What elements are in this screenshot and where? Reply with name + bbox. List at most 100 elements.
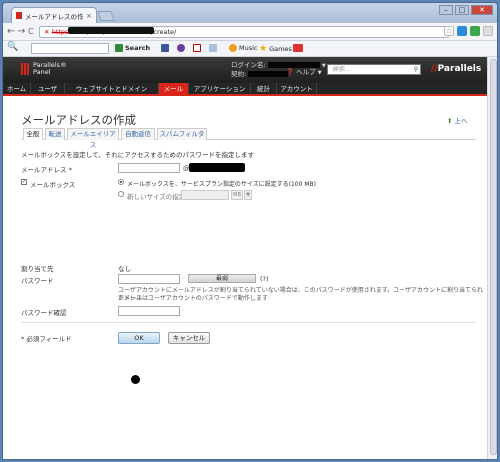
cursor-dot-icon — [131, 375, 140, 384]
password-field[interactable] — [118, 274, 180, 284]
cancel-button[interactable]: キャンセル — [168, 332, 210, 344]
mailbox-checkbox[interactable]: ✓ — [21, 179, 27, 185]
login-name-label: ログイン名 — [231, 61, 264, 69]
music-icon — [229, 44, 237, 52]
domain-redacted — [189, 163, 245, 172]
insecure-lock-icon: ✕ — [44, 28, 52, 36]
menu-wrench-icon[interactable] — [483, 26, 493, 36]
panel-search-placeholder: 検索... — [332, 66, 350, 73]
toolbar-games-button[interactable]: ★ Games — [259, 44, 292, 54]
parallels-logo-icon — [21, 63, 30, 75]
tab-forwarding[interactable]: 転送 — [45, 128, 65, 140]
parallels-favicon-icon — [16, 12, 22, 19]
help-mark-icon[interactable]: (?) — [260, 275, 269, 283]
browser-window: メールアドレスの作成 - ... × – □ ✕ ← → C ✕ https:8… — [2, 2, 498, 460]
intro-text: メールボックスを設定して、それにアクセスするためのパスワードを指定します — [21, 151, 254, 159]
forward-arrow-icon[interactable]: → — [17, 26, 25, 38]
menu-item-mail[interactable]: メール — [159, 83, 189, 95]
extension-icons: ☆ — [444, 26, 493, 36]
panel-logo[interactable]: Parallels® Panel — [21, 62, 67, 76]
tab-strip: 全般 転送 メールエイリアス 自動返信 スパムフィルタ — [21, 128, 476, 149]
window-controls: – □ ✕ — [439, 5, 493, 15]
menu-item-home[interactable]: ホーム — [3, 83, 31, 95]
reload-icon[interactable]: C — [28, 26, 34, 38]
help-menu[interactable]: ❓ ヘルプ ▼ — [286, 66, 322, 76]
login-dropdown-icon[interactable]: ▼ — [322, 63, 326, 69]
size-unit-select[interactable]: MB — [231, 190, 243, 200]
help-icon: ❓ — [286, 68, 295, 76]
password-note-line-2: アドレスはユーザアカウントのパスワードで動作します — [118, 295, 268, 302]
close-window-button[interactable]: ✕ — [471, 5, 493, 15]
tab-autoreply[interactable]: 自動返信 — [121, 128, 155, 140]
scrollbar-thumb[interactable] — [490, 59, 497, 455]
mailbox-label: メールボックス — [30, 181, 76, 189]
tab-spam-filter[interactable]: スパムフィルタ — [157, 128, 207, 140]
bookmark-star-icon[interactable]: ☆ — [444, 26, 454, 36]
mailbox-default-radio[interactable] — [118, 179, 124, 185]
url-host-redacted — [68, 27, 155, 34]
title-bar: メールアドレスの作成 - ... × – □ ✕ — [3, 3, 497, 23]
brand-text: Parallels — [437, 64, 482, 74]
brand-mark: // — [431, 64, 438, 74]
toolbar-mail-icon[interactable] — [193, 44, 201, 52]
bookmarks-toolbar: 🔍 Search Music ★ Games — [3, 41, 497, 57]
page-title: メールアドレスの作成 — [21, 113, 136, 127]
maximize-button[interactable]: □ — [455, 5, 469, 15]
help-label: ヘルプ — [296, 68, 316, 76]
chevron-down-icon: ▼ — [317, 70, 322, 76]
up-level-link[interactable]: ⬆ 上へ — [447, 115, 468, 125]
parallels-brand: //Parallels — [431, 64, 481, 74]
menu-item-applications[interactable]: アプリケーション — [189, 83, 251, 95]
parallels-panel: Parallels® Panel ログイン名: ▼ 契約: ❓ ヘルプ ▼ 検索… — [3, 57, 487, 459]
mailbox-custom-radio[interactable] — [118, 191, 124, 197]
toolbar-search-icon[interactable]: 🔍 — [7, 42, 18, 52]
back-arrow-icon[interactable]: ← — [7, 26, 15, 38]
search-icon[interactable]: ⚲ — [414, 65, 418, 74]
games-star-icon: ★ — [259, 44, 268, 54]
main-menu: ホーム ユーザ ウェブサイトとドメイン メール アプリケーション 統計 アカウン… — [3, 83, 487, 96]
search-plus-icon — [115, 44, 123, 52]
navigation-bar: ← → C ✕ https:8443/smb/email-address/cre… — [3, 23, 497, 41]
new-tab-button[interactable] — [97, 11, 115, 21]
minimize-button[interactable]: – — [439, 5, 453, 15]
toolbar-photo-icon[interactable] — [209, 44, 217, 52]
quota-value: なし — [118, 265, 131, 273]
toolbar-music-button[interactable]: Music — [229, 44, 258, 52]
tab-close-icon[interactable]: × — [86, 12, 92, 20]
toolbar-search-button[interactable]: Search — [115, 44, 150, 52]
panel-search-input[interactable]: 検索... ⚲ — [327, 64, 421, 75]
ok-button[interactable]: OK — [118, 332, 160, 344]
up-arrow-icon: ⬆ — [447, 117, 453, 125]
form-divider — [21, 322, 476, 323]
tab-aliases[interactable]: メールエイリアス — [67, 128, 119, 149]
confirm-password-field[interactable] — [118, 306, 180, 316]
menu-item-users[interactable]: ユーザ — [31, 83, 65, 95]
toolbar-circle-icon[interactable] — [177, 44, 185, 52]
size-unit-dropdown-icon[interactable]: ▼ — [244, 190, 252, 200]
email-label: メールアドレス * — [21, 166, 72, 174]
mailbox-size-input[interactable] — [181, 190, 229, 200]
toolbar-red-icon[interactable] — [293, 44, 303, 52]
mailbox-default-label: メールボックスを、サービスプラン指定のサイズに設定する(100 MB) — [127, 181, 316, 188]
toolbar-facebook-icon[interactable] — [161, 44, 169, 52]
subscription-label: 契約 — [231, 70, 244, 78]
mailbox-custom-label: 新しいサイズの指定 — [127, 193, 186, 201]
confirm-password-label: パスワード確認 — [21, 309, 67, 317]
panel-header: Parallels® Panel ログイン名: ▼ 契約: ❓ ヘルプ ▼ 検索… — [3, 57, 487, 83]
menu-item-websites-domains[interactable]: ウェブサイトとドメイン — [65, 83, 159, 95]
logo-line-2: Panel — [33, 68, 51, 76]
required-fields-note: * 必須フィールド — [21, 335, 72, 343]
extension-green-icon[interactable] — [470, 26, 480, 36]
browser-tab[interactable]: メールアドレスの作成 - ... × — [11, 7, 97, 23]
address-bar[interactable]: ✕ https:8443/smb/email-address/create/ — [39, 26, 449, 38]
extension-s-icon[interactable] — [457, 26, 467, 36]
email-field[interactable] — [118, 163, 180, 173]
subscription-redacted — [248, 71, 289, 77]
menu-item-account[interactable]: アカウント — [277, 83, 317, 95]
toolbar-search-input[interactable] — [31, 43, 109, 54]
quota-label: 割り当て先 — [21, 265, 54, 273]
menu-item-statistics[interactable]: 統計 — [251, 83, 277, 95]
url-scheme: https — [51, 28, 69, 36]
tab-general[interactable]: 全般 — [23, 128, 43, 140]
vertical-scrollbar[interactable] — [487, 57, 497, 459]
